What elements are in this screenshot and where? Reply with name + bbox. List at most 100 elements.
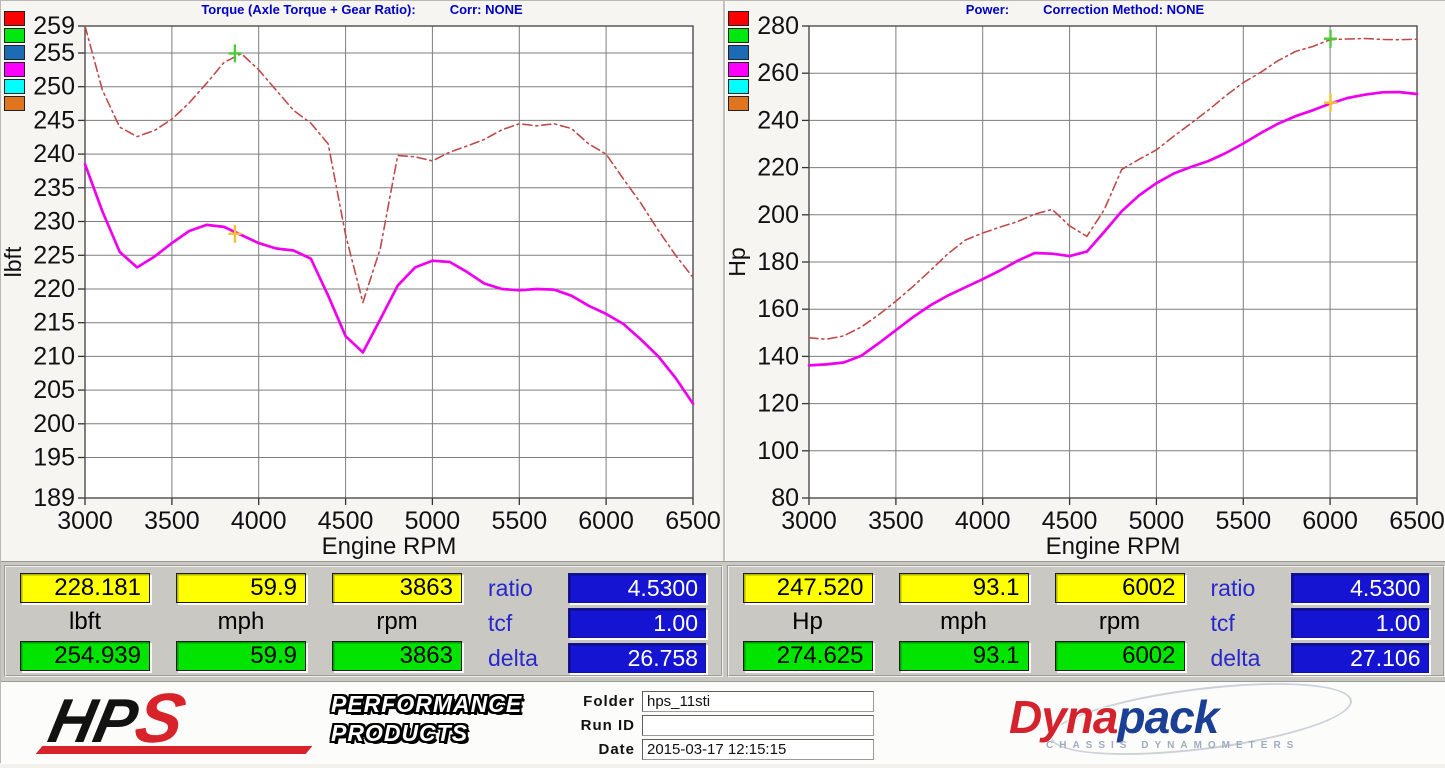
legend-swatch[interactable] bbox=[4, 45, 25, 60]
dynapack-logo-text: Dynapack bbox=[1009, 690, 1218, 744]
legend-swatch[interactable] bbox=[728, 28, 749, 43]
delta-value: 27.106 bbox=[1291, 643, 1429, 673]
date-field-label: Date bbox=[561, 741, 642, 758]
ratio-value: 4.5300 bbox=[568, 573, 706, 603]
power-cursor-value: 247.520 bbox=[743, 573, 873, 603]
svg-text:200: 200 bbox=[33, 410, 75, 438]
folder-field-label: Folder bbox=[561, 693, 642, 710]
x-axis-label: Engine RPM bbox=[1046, 533, 1181, 559]
power-plot[interactable]: 8010012014016018020022024026028030003500… bbox=[725, 1, 1445, 559]
torque-unit-label: lbft bbox=[20, 609, 150, 635]
svg-text:100: 100 bbox=[757, 437, 799, 465]
date-input[interactable] bbox=[642, 739, 874, 760]
power-chart-title: Power: Correction Method: NONE bbox=[725, 2, 1445, 17]
svg-text:5500: 5500 bbox=[1215, 507, 1271, 535]
dynapack-logo-subtitle: CHASSIS DYNAMOMETERS bbox=[1046, 740, 1299, 751]
svg-text:5000: 5000 bbox=[1129, 507, 1185, 535]
legend-swatch[interactable] bbox=[4, 28, 25, 43]
torque-chart-title: Torque (Axle Torque + Gear Ratio): Corr:… bbox=[1, 2, 723, 17]
tcf-label: tcf bbox=[488, 608, 558, 638]
svg-text:245: 245 bbox=[33, 106, 75, 134]
svg-text:6500: 6500 bbox=[665, 507, 721, 535]
svg-text:3000: 3000 bbox=[781, 507, 837, 535]
power-overlay-value: 274.625 bbox=[743, 641, 873, 671]
power-correction-text: Correction Method: NONE bbox=[1043, 2, 1204, 17]
tcf-label: tcf bbox=[1211, 608, 1281, 638]
svg-text:230: 230 bbox=[33, 208, 75, 236]
rpm-overlay-value: 6002 bbox=[1055, 641, 1185, 671]
power-unit-label: Hp bbox=[743, 609, 873, 635]
run-color-legend-torque bbox=[4, 11, 25, 111]
legend-swatch[interactable] bbox=[728, 11, 749, 26]
svg-text:3500: 3500 bbox=[868, 507, 924, 535]
legend-swatch[interactable] bbox=[728, 79, 749, 94]
svg-text:195: 195 bbox=[33, 444, 75, 472]
rpm-cursor-value: 3863 bbox=[332, 573, 462, 603]
ratio-label: ratio bbox=[488, 573, 558, 603]
torque-chart-panel: Torque (Axle Torque + Gear Ratio): Corr:… bbox=[1, 1, 723, 561]
y-axis-label: lbft bbox=[1, 246, 26, 277]
run-color-legend-power bbox=[728, 11, 749, 111]
svg-text:200: 200 bbox=[757, 201, 799, 229]
svg-text:4500: 4500 bbox=[1042, 507, 1098, 535]
footer-bar: HPS PERFORMANCE PRODUCTS Folder Run ID D… bbox=[1, 681, 1445, 764]
torque-readout-panel: 228.181 59.9 3863 lbft mph rpm 254.939 5… bbox=[4, 565, 723, 677]
legend-swatch[interactable] bbox=[728, 96, 749, 111]
hps-logo-swoosh bbox=[36, 746, 313, 754]
svg-text:260: 260 bbox=[757, 59, 799, 87]
svg-text:6500: 6500 bbox=[1389, 507, 1445, 535]
torque-overlay-value: 254.939 bbox=[20, 641, 150, 671]
svg-text:225: 225 bbox=[33, 241, 75, 269]
legend-swatch[interactable] bbox=[728, 62, 749, 77]
svg-text:210: 210 bbox=[33, 342, 75, 370]
torque-correction-text: Corr: NONE bbox=[450, 2, 523, 17]
svg-text:180: 180 bbox=[757, 248, 799, 276]
readout-strip: 228.181 59.9 3863 lbft mph rpm 254.939 5… bbox=[1, 561, 1445, 681]
dyno-app-window: Torque (Axle Torque + Gear Ratio): Corr:… bbox=[0, 0, 1445, 763]
svg-text:205: 205 bbox=[33, 376, 75, 404]
speed-unit-label: mph bbox=[899, 609, 1029, 635]
speed-overlay-value: 59.9 bbox=[176, 641, 306, 671]
legend-swatch[interactable] bbox=[4, 79, 25, 94]
svg-text:215: 215 bbox=[33, 309, 75, 337]
legend-swatch[interactable] bbox=[4, 11, 25, 26]
hps-logo: HPS PERFORMANCE PRODUCTS bbox=[21, 686, 541, 760]
rpm-unit-label: rpm bbox=[332, 609, 462, 635]
svg-text:220: 220 bbox=[33, 275, 75, 303]
legend-swatch[interactable] bbox=[4, 96, 25, 111]
svg-text:3500: 3500 bbox=[144, 507, 200, 535]
dynapack-logo: Dynapack CHASSIS DYNAMOMETERS bbox=[991, 688, 1351, 758]
legend-swatch[interactable] bbox=[728, 45, 749, 60]
svg-text:235: 235 bbox=[33, 174, 75, 202]
delta-label: delta bbox=[488, 643, 558, 673]
svg-text:5000: 5000 bbox=[405, 507, 461, 535]
svg-text:5500: 5500 bbox=[491, 507, 547, 535]
torque-plot[interactable]: 1891952002052102152202252302352402452502… bbox=[1, 1, 723, 559]
svg-text:240: 240 bbox=[757, 106, 799, 134]
svg-text:250: 250 bbox=[33, 73, 75, 101]
power-chart-panel: Power: Correction Method: NONE 801001201… bbox=[723, 1, 1445, 561]
hps-logo-words: PERFORMANCE PRODUCTS bbox=[331, 690, 522, 748]
tcf-value: 1.00 bbox=[1291, 608, 1429, 638]
svg-text:6000: 6000 bbox=[1302, 507, 1358, 535]
svg-text:4000: 4000 bbox=[955, 507, 1011, 535]
legend-swatch[interactable] bbox=[4, 62, 25, 77]
run-id-input[interactable] bbox=[642, 715, 874, 736]
svg-text:4000: 4000 bbox=[231, 507, 287, 535]
folder-input[interactable] bbox=[642, 691, 874, 712]
power-readout-panel: 247.520 93.1 6002 Hp mph rpm 274.625 93.… bbox=[727, 565, 1445, 677]
run-id-field-label: Run ID bbox=[561, 717, 642, 734]
svg-text:3000: 3000 bbox=[57, 507, 113, 535]
speed-unit-label: mph bbox=[176, 609, 306, 635]
svg-text:6000: 6000 bbox=[578, 507, 634, 535]
svg-text:255: 255 bbox=[33, 39, 75, 67]
ratio-label: ratio bbox=[1211, 573, 1281, 603]
ratio-value: 4.5300 bbox=[1291, 573, 1429, 603]
svg-text:140: 140 bbox=[757, 342, 799, 370]
svg-text:220: 220 bbox=[757, 154, 799, 182]
svg-text:160: 160 bbox=[757, 295, 799, 323]
torque-cursor-value: 228.181 bbox=[20, 573, 150, 603]
power-title-text: Power: bbox=[966, 2, 1009, 17]
svg-text:120: 120 bbox=[757, 390, 799, 418]
rpm-cursor-value: 6002 bbox=[1055, 573, 1185, 603]
